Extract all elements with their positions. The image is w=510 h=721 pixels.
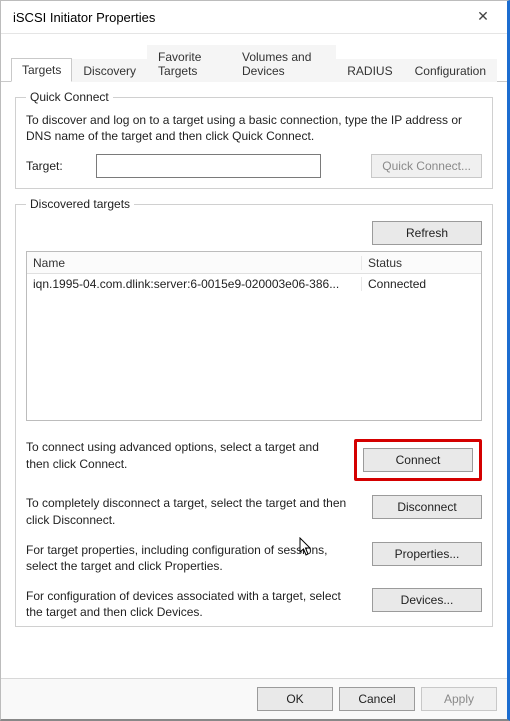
column-header-name[interactable]: Name — [27, 256, 361, 270]
connect-highlight: Connect — [354, 439, 482, 481]
disconnect-help: To completely disconnect a target, selec… — [26, 495, 362, 527]
devices-button[interactable]: Devices... — [372, 588, 482, 612]
ok-button[interactable]: OK — [257, 687, 333, 711]
refresh-row: Refresh — [26, 215, 482, 251]
quick-connect-button[interactable]: Quick Connect... — [371, 154, 482, 178]
devices-row: For configuration of devices associated … — [26, 588, 482, 620]
tab-body: Quick Connect To discover and log on to … — [1, 82, 507, 678]
target-status-cell: Connected — [361, 277, 481, 291]
tab-volumes-devices[interactable]: Volumes and Devices — [231, 45, 336, 82]
list-header: Name Status — [27, 252, 481, 274]
tab-favorite-targets[interactable]: Favorite Targets — [147, 45, 231, 82]
quick-connect-help: To discover and log on to a target using… — [26, 112, 482, 144]
refresh-button[interactable]: Refresh — [372, 221, 482, 245]
tab-discovery[interactable]: Discovery — [72, 59, 147, 82]
properties-help: For target properties, including configu… — [26, 542, 362, 574]
tab-radius[interactable]: RADIUS — [336, 59, 403, 82]
quick-connect-group: Quick Connect To discover and log on to … — [15, 90, 493, 189]
window-title: iSCSI Initiator Properties — [13, 10, 155, 25]
devices-help: For configuration of devices associated … — [26, 588, 362, 620]
tab-targets[interactable]: Targets — [11, 58, 72, 82]
tab-configuration[interactable]: Configuration — [404, 59, 497, 82]
properties-button[interactable]: Properties... — [372, 542, 482, 566]
target-input[interactable] — [96, 154, 321, 178]
list-item[interactable]: iqn.1995-04.com.dlink:server:6-0015e9-02… — [27, 274, 481, 294]
connect-row: To connect using advanced options, selec… — [26, 439, 482, 481]
apply-button[interactable]: Apply — [421, 687, 497, 711]
target-name-cell: iqn.1995-04.com.dlink:server:6-0015e9-02… — [27, 277, 361, 291]
discovered-targets-legend: Discovered targets — [26, 197, 134, 211]
target-label: Target: — [26, 159, 86, 173]
discovered-targets-group: Discovered targets Refresh Name Status i… — [15, 197, 493, 627]
cancel-button[interactable]: Cancel — [339, 687, 415, 711]
tab-bar: Targets Discovery Favorite Targets Volum… — [1, 34, 507, 82]
column-header-status[interactable]: Status — [361, 256, 481, 270]
disconnect-button[interactable]: Disconnect — [372, 495, 482, 519]
dialog-footer: OK Cancel Apply — [1, 678, 507, 719]
disconnect-row: To completely disconnect a target, selec… — [26, 495, 482, 527]
target-row: Target: Quick Connect... — [26, 154, 482, 178]
actions-area: To connect using advanced options, selec… — [26, 439, 482, 620]
properties-row: For target properties, including configu… — [26, 542, 482, 574]
titlebar: iSCSI Initiator Properties ✕ — [1, 1, 507, 34]
connect-button[interactable]: Connect — [363, 448, 473, 472]
targets-listbox[interactable]: Name Status iqn.1995-04.com.dlink:server… — [26, 251, 482, 421]
window: iSCSI Initiator Properties ✕ Targets Dis… — [0, 0, 510, 721]
close-icon[interactable]: ✕ — [469, 7, 497, 27]
connect-help: To connect using advanced options, selec… — [26, 439, 344, 471]
quick-connect-legend: Quick Connect — [26, 90, 113, 104]
